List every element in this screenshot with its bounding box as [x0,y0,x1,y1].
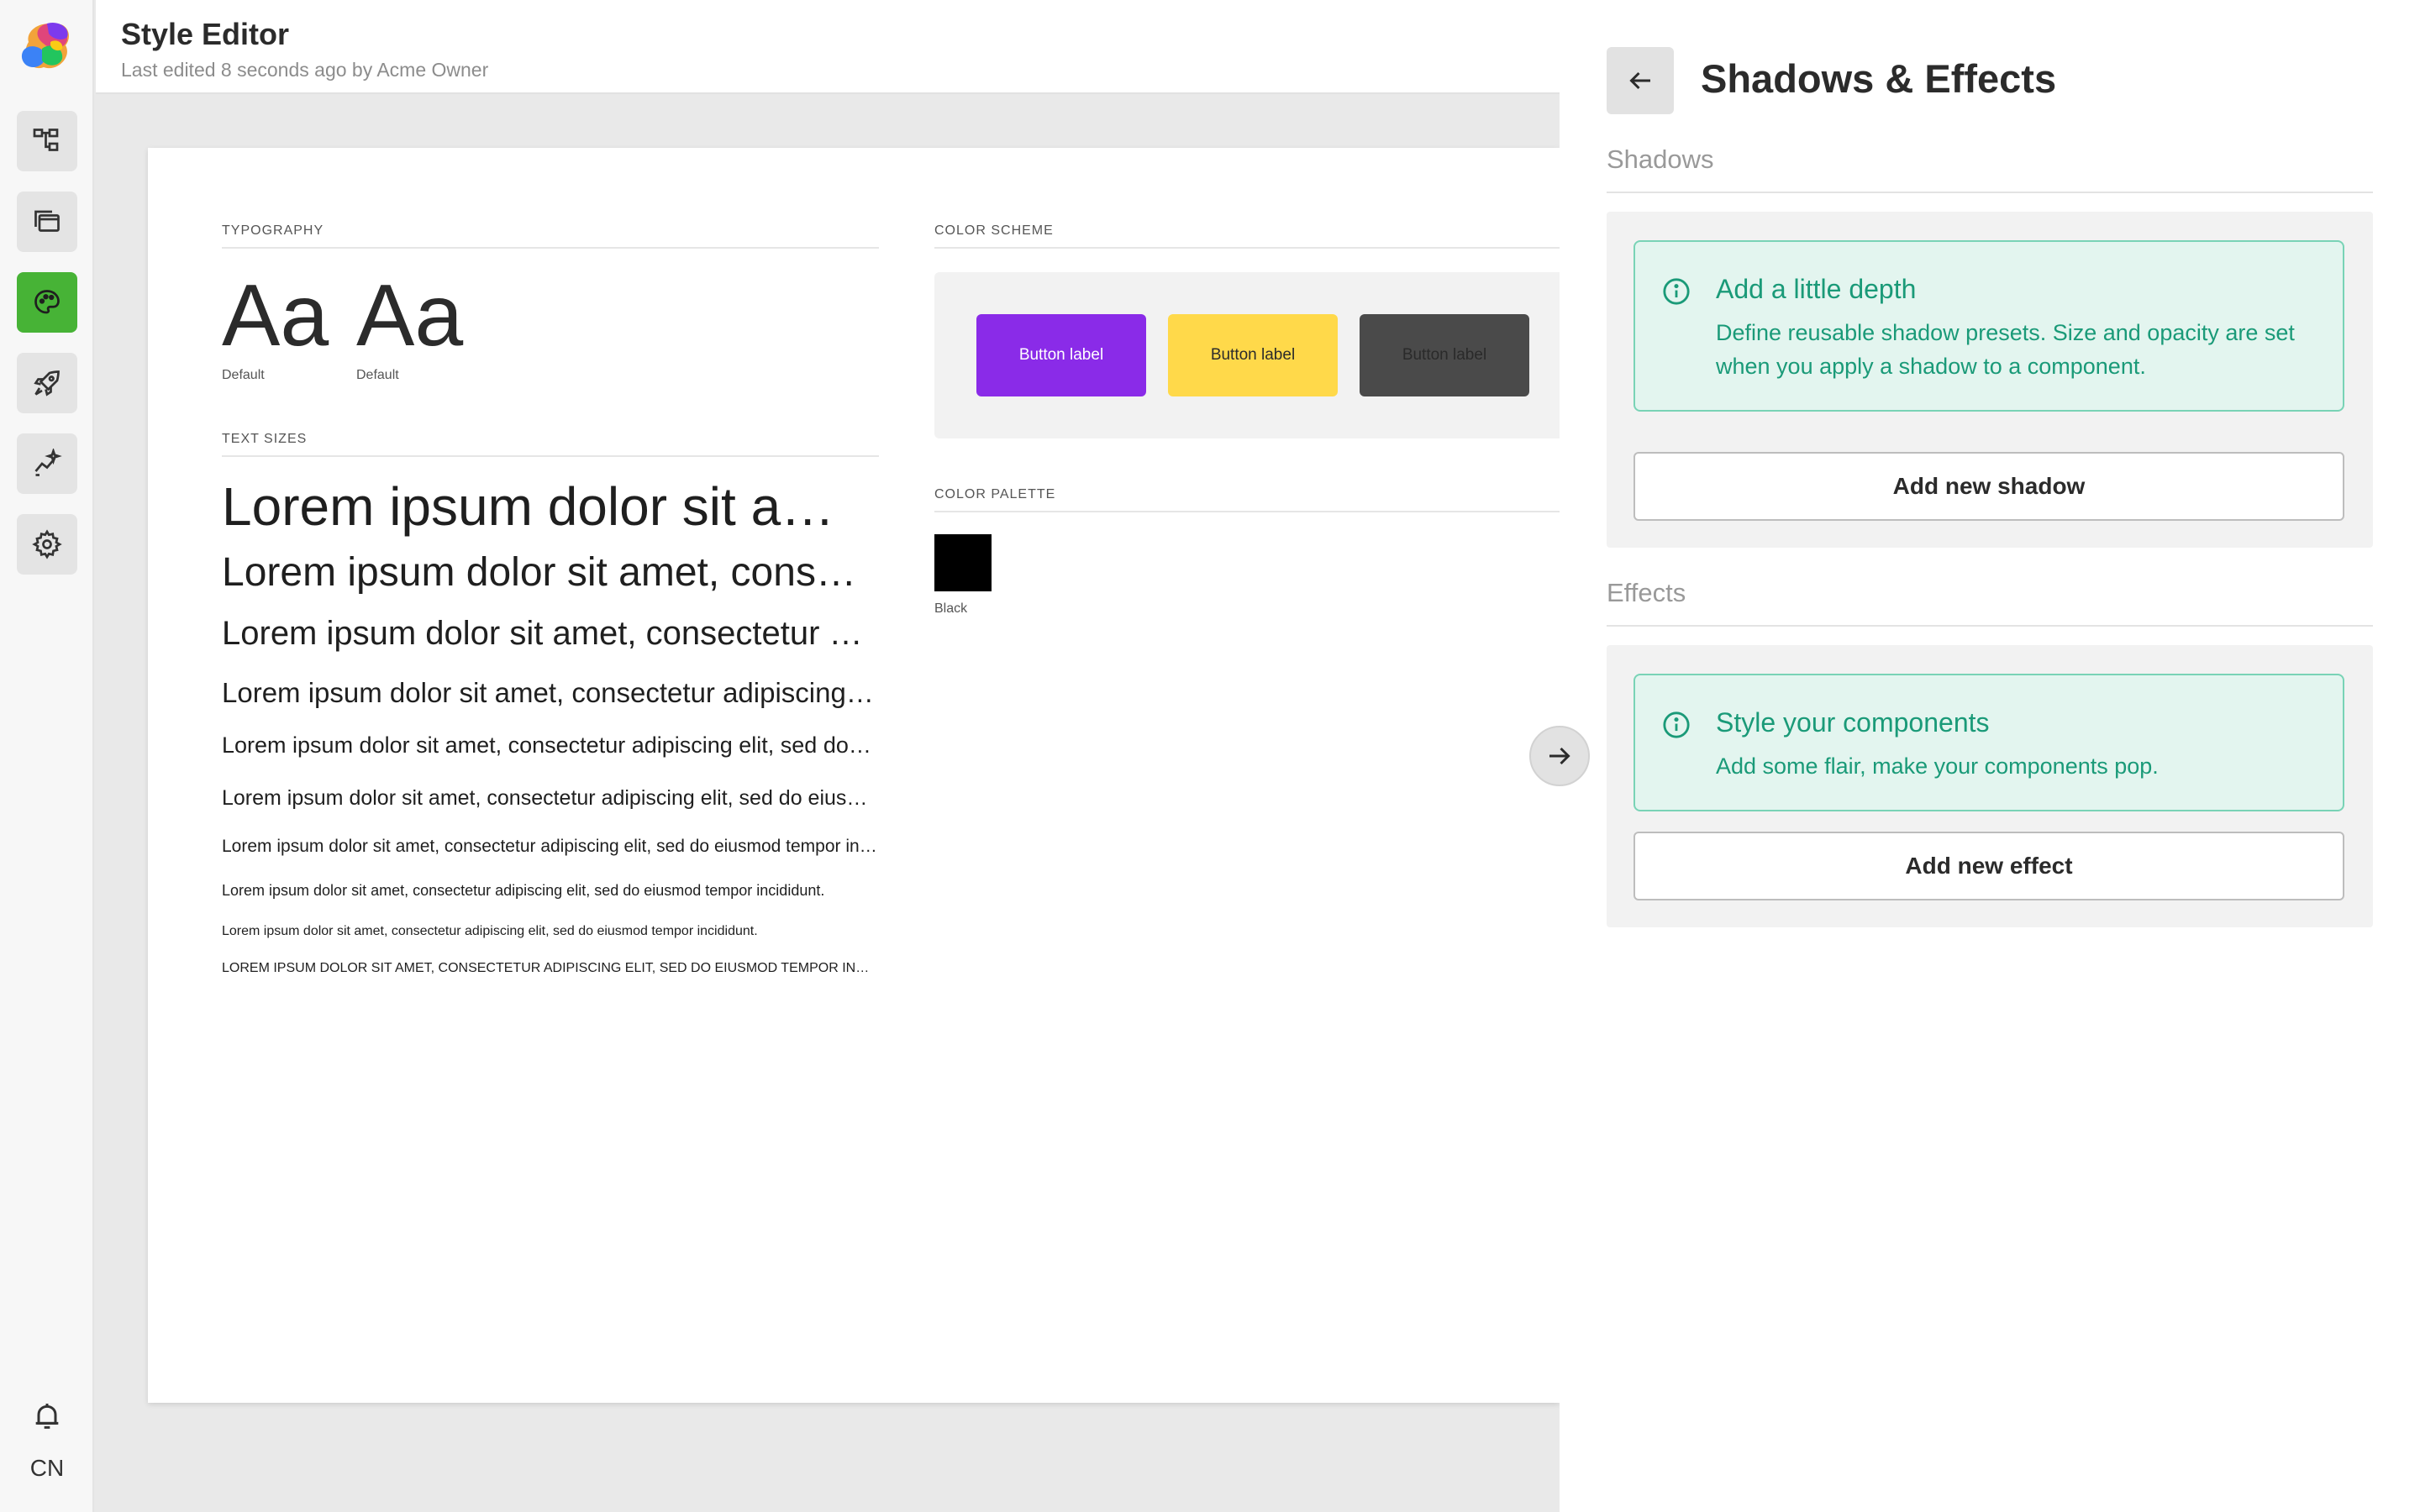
shadows-info-text: Define reusable shadow presets. Size and… [1716,320,2295,379]
rocket-icon [34,370,60,396]
font-sample-caption: Default [222,368,265,382]
rail-item-settings[interactable] [17,514,77,575]
text-size-sample[interactable]: Lorem ipsum dolor sit amet, consectetur … [222,615,877,653]
text-sizes-label: TEXT SIZES [222,432,308,446]
effects-section-label: Effects [1607,578,1686,607]
arrow-left-icon [1629,71,1650,90]
shadows-section-label: Shadows [1607,144,1714,174]
info-icon [1663,278,1690,305]
rail-item-insights[interactable] [17,433,77,494]
info-icon [1663,711,1690,738]
color-swatch-black[interactable] [934,534,992,591]
color-scheme-label: COLOR SCHEME [934,223,1054,238]
effects-info-text: Add some flair, make your components pop… [1716,753,2159,779]
add-new-shadow-button[interactable]: Add new shadow [1634,452,2344,521]
palette-icon [34,290,60,314]
font-sample-caption: Default [356,368,399,382]
effects-info-title: Style your components [1716,707,1990,738]
primary-button-preview[interactable]: Button label [976,314,1146,396]
text-size-sample[interactable]: Lorem ipsum dolor sit amet, consectetur … [222,732,877,759]
next-page-button[interactable] [1529,726,1590,786]
text-size-sample[interactable]: Lorem ipsum dolor sit amet, consectetur … [222,786,877,811]
app-logo-icon[interactable] [17,17,77,77]
page-title: Style Editor [121,17,290,51]
secondary-button-preview[interactable]: Button label [1168,314,1338,396]
rail-item-publish[interactable] [17,353,77,413]
rail-item-structure[interactable] [17,111,77,171]
effects-divider [1607,625,2373,627]
color-scheme-divider [934,247,1560,249]
sparkle-chart-icon [34,449,62,476]
top-header: Style Editor Last edited 8 seconds ago b… [96,0,1560,94]
text-size-sample[interactable]: Lorem ipsum dolor sit amet, consectetur … [222,882,877,900]
add-new-effect-button[interactable]: Add new effect [1634,832,2344,900]
font-sample-body[interactable]: Aa [356,272,463,360]
arrow-right-icon [1549,747,1570,765]
panel-title: Shadows & Effects [1701,56,2057,101]
typography-label: TYPOGRAPHY [222,223,324,238]
text-sizes-divider [222,455,879,457]
gear-icon [32,529,62,559]
tertiary-button-preview[interactable]: Button label [1360,314,1529,396]
hierarchy-icon [33,129,59,151]
text-size-sample[interactable]: Lorem ipsum dolor sit amet, consectetur … [222,475,877,538]
color-palette-label: COLOR PALETTE [934,487,1056,501]
color-palette-divider [934,511,1560,512]
rail-item-pages[interactable] [17,192,77,252]
color-scheme-preview: Button label Button label Button label [934,272,1560,438]
back-button[interactable] [1607,47,1674,114]
user-avatar[interactable]: CN [0,1455,94,1482]
rail-item-style[interactable] [17,272,77,333]
text-size-sample[interactable]: Lorem ipsum dolor sit amet, consectetur … [222,677,877,709]
shadows-info-title: Add a little depth [1716,274,1917,304]
folders-icon [34,210,60,232]
font-sample-heading[interactable]: Aa [222,272,329,360]
text-size-sample[interactable]: Lorem ipsum dolor sit amet, consectetur … [222,924,877,939]
last-edited-status: Last edited 8 seconds ago by Acme Owner [121,59,489,81]
left-rail: CN [0,0,94,1512]
typography-divider [222,247,879,249]
shadows-info-callout: Add a little depth Define reusable shado… [1634,240,2344,412]
text-size-sample[interactable]: LOREM IPSUM DOLOR SIT AMET, CONSECTETUR … [222,961,877,976]
text-size-sample[interactable]: Lorem ipsum dolor sit amet, consectetur … [222,549,877,596]
shadows-effects-panel: Shadows & Effects Shadows Add a little d… [1560,0,2420,1512]
effects-info-callout: Style your components Add some flair, ma… [1634,674,2344,811]
color-swatch-label: Black [934,601,968,616]
text-size-sample[interactable]: Lorem ipsum dolor sit amet, consectetur … [222,837,877,857]
bell-icon[interactable] [30,1399,64,1433]
shadows-divider [1607,192,2373,193]
